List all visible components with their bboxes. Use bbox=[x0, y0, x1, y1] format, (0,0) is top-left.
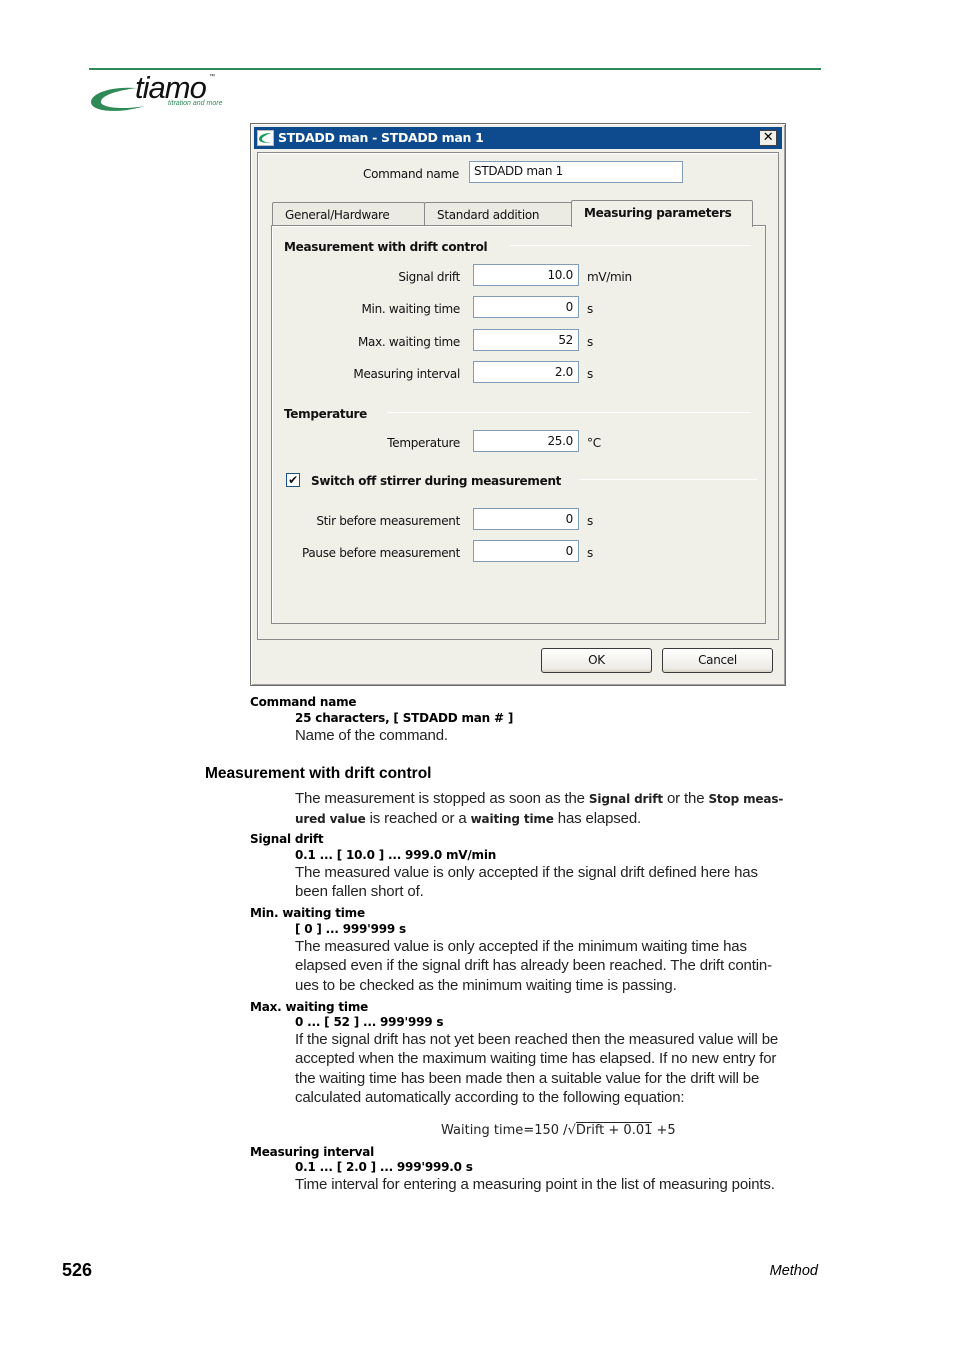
pause-before-measurement-label: Pause before measurement bbox=[301, 546, 460, 560]
param-min-waiting-time-range: [ 0 ] ... 999'999 s bbox=[295, 922, 406, 936]
logo-tagline: titration and more bbox=[168, 100, 223, 107]
desc-line: elapsed even if the signal drift has alr… bbox=[295, 957, 772, 975]
equation-numerator: 150 bbox=[534, 1123, 560, 1138]
param-command-name: Command name bbox=[250, 695, 357, 709]
pause-before-measurement-unit: s bbox=[587, 546, 593, 560]
tab-standard-addition[interactable]: Standard addition bbox=[424, 202, 572, 226]
page-number: 526 bbox=[62, 1260, 93, 1280]
min-waiting-time-unit: s bbox=[587, 302, 593, 316]
temperature-input[interactable]: 25.0 bbox=[473, 430, 579, 452]
stirrer-group-divider bbox=[580, 479, 757, 480]
desc-line: ues to be checked as the minimum waiting… bbox=[295, 976, 677, 994]
footer-section-name: Method bbox=[769, 1263, 818, 1279]
desc-line: The measured value is only accepted if t… bbox=[295, 938, 747, 955]
intro-text: is reached or a bbox=[365, 810, 471, 828]
desc-line: calculated automatically according to th… bbox=[295, 1088, 685, 1106]
drift-group-divider bbox=[510, 245, 751, 246]
logo-trademark: ™ bbox=[209, 74, 215, 80]
equation-tail: +5 bbox=[652, 1123, 676, 1138]
measuring-interval-unit: s bbox=[587, 367, 593, 381]
tiamo-app-icon bbox=[257, 130, 274, 146]
intro-text: or the bbox=[662, 790, 709, 807]
intro-bold-signal-drift: Signal drift bbox=[588, 792, 663, 806]
section-heading-drift: Measurement with drift control bbox=[205, 765, 432, 782]
intro-text: The measurement is stopped as soon as th… bbox=[295, 790, 589, 807]
measuring-interval-input[interactable]: 2.0 bbox=[473, 361, 579, 383]
param-max-waiting-time-desc: If the signal drift has not yet been rea… bbox=[295, 1030, 778, 1107]
temperature-group-title: Temperature bbox=[284, 407, 368, 421]
desc-line: accepted when the maximum waiting time h… bbox=[295, 1050, 777, 1068]
dialog-titlebar[interactable]: STDADD man - STDADD man 1 ✕ bbox=[254, 127, 782, 149]
param-max-waiting-time-range: 0 ... [ 52 ] ... 999'999 s bbox=[295, 1015, 444, 1029]
param-signal-drift-range: 0.1 ... [ 10.0 ] ... 999.0 mV/min bbox=[295, 848, 497, 862]
equation-lhs: Waiting time bbox=[441, 1123, 524, 1138]
max-waiting-time-input[interactable]: 52 bbox=[473, 329, 579, 351]
cancel-button[interactable]: Cancel bbox=[662, 648, 773, 673]
drift-intro-paragraph: The measurement is stopped as soon as th… bbox=[295, 789, 815, 830]
command-name-input[interactable]: STDADD man 1 bbox=[469, 161, 683, 183]
waiting-time-equation: Waiting time=150 /√Drift + 0.01 +5 bbox=[441, 1122, 676, 1138]
drift-group-title: Measurement with drift control bbox=[284, 240, 488, 254]
temperature-group-divider bbox=[387, 412, 751, 413]
stir-before-measurement-input[interactable]: 0 bbox=[473, 508, 579, 530]
ok-button[interactable]: OK bbox=[541, 648, 652, 673]
min-waiting-time-input[interactable]: 0 bbox=[473, 296, 579, 318]
sqrt-icon: √ bbox=[567, 1123, 576, 1138]
desc-line: the waiting time has been made then a su… bbox=[295, 1069, 760, 1087]
intro-text: has elapsed. bbox=[553, 810, 642, 828]
desc-line: Time interval for entering a measuring p… bbox=[295, 1176, 775, 1193]
desc-line: If the signal drift has not yet been rea… bbox=[295, 1031, 779, 1048]
measuring-interval-label: Measuring interval bbox=[353, 367, 460, 381]
param-signal-drift: Signal drift bbox=[250, 832, 324, 846]
max-waiting-time-label: Max. waiting time bbox=[357, 335, 460, 349]
param-measuring-interval-range: 0.1 ... [ 2.0 ] ... 999'999.0 s bbox=[295, 1160, 473, 1174]
param-signal-drift-desc: The measured value is only accepted if t… bbox=[295, 863, 758, 902]
max-waiting-time-unit: s bbox=[587, 335, 593, 349]
switch-off-stirrer-checkbox[interactable]: ✔ bbox=[286, 473, 300, 487]
tiamo-logo: tiamo ™ titration and more bbox=[89, 70, 239, 118]
equation-equals: = bbox=[523, 1123, 535, 1138]
min-waiting-time-label: Min. waiting time bbox=[361, 302, 460, 316]
param-min-waiting-time-desc: The measured value is only accepted if t… bbox=[295, 937, 772, 995]
command-name-label: Command name bbox=[363, 167, 459, 181]
param-measuring-interval: Measuring interval bbox=[250, 1145, 375, 1159]
close-icon[interactable]: ✕ bbox=[759, 130, 777, 146]
equation-radicand: Drift + 0.01 bbox=[575, 1122, 653, 1138]
stdadd-dialog: STDADD man - STDADD man 1 ✕ Command name… bbox=[250, 123, 786, 686]
intro-bold-waiting-time: waiting time bbox=[470, 812, 554, 827]
desc-line: The measured value is only accepted if t… bbox=[295, 864, 758, 881]
signal-drift-label: Signal drift bbox=[398, 270, 460, 284]
param-command-name-range: 25 characters, [ STDADD man # ] bbox=[295, 711, 514, 725]
param-measuring-interval-desc: Time interval for entering a measuring p… bbox=[295, 1175, 775, 1194]
intro-bold-stop-measured-value: ured value bbox=[295, 812, 366, 827]
equation-divide: / bbox=[559, 1123, 568, 1138]
desc-line: been fallen short of. bbox=[295, 883, 424, 901]
temperature-unit: °C bbox=[587, 436, 601, 450]
signal-drift-input[interactable]: 10.0 bbox=[473, 264, 579, 286]
param-max-waiting-time: Max. waiting time bbox=[250, 1000, 369, 1014]
dialog-title: STDADD man - STDADD man 1 bbox=[278, 130, 484, 145]
pause-before-measurement-input[interactable]: 0 bbox=[473, 540, 579, 562]
stir-before-measurement-unit: s bbox=[587, 514, 593, 528]
param-min-waiting-time: Min. waiting time bbox=[250, 906, 365, 920]
stir-before-measurement-label: Stir before measurement bbox=[316, 514, 460, 528]
switch-off-stirrer-label[interactable]: Switch off stirrer during measurement bbox=[311, 474, 561, 488]
tab-general-hardware[interactable]: General/Hardware bbox=[272, 202, 425, 226]
param-command-name-desc: Name of the command. bbox=[295, 727, 448, 744]
intro-bold-stop-measured-value: Stop meas- bbox=[708, 792, 784, 806]
signal-drift-unit: mV/min bbox=[587, 270, 632, 284]
tab-measuring-parameters[interactable]: Measuring parameters bbox=[571, 200, 753, 227]
temperature-label: Temperature bbox=[387, 436, 460, 450]
